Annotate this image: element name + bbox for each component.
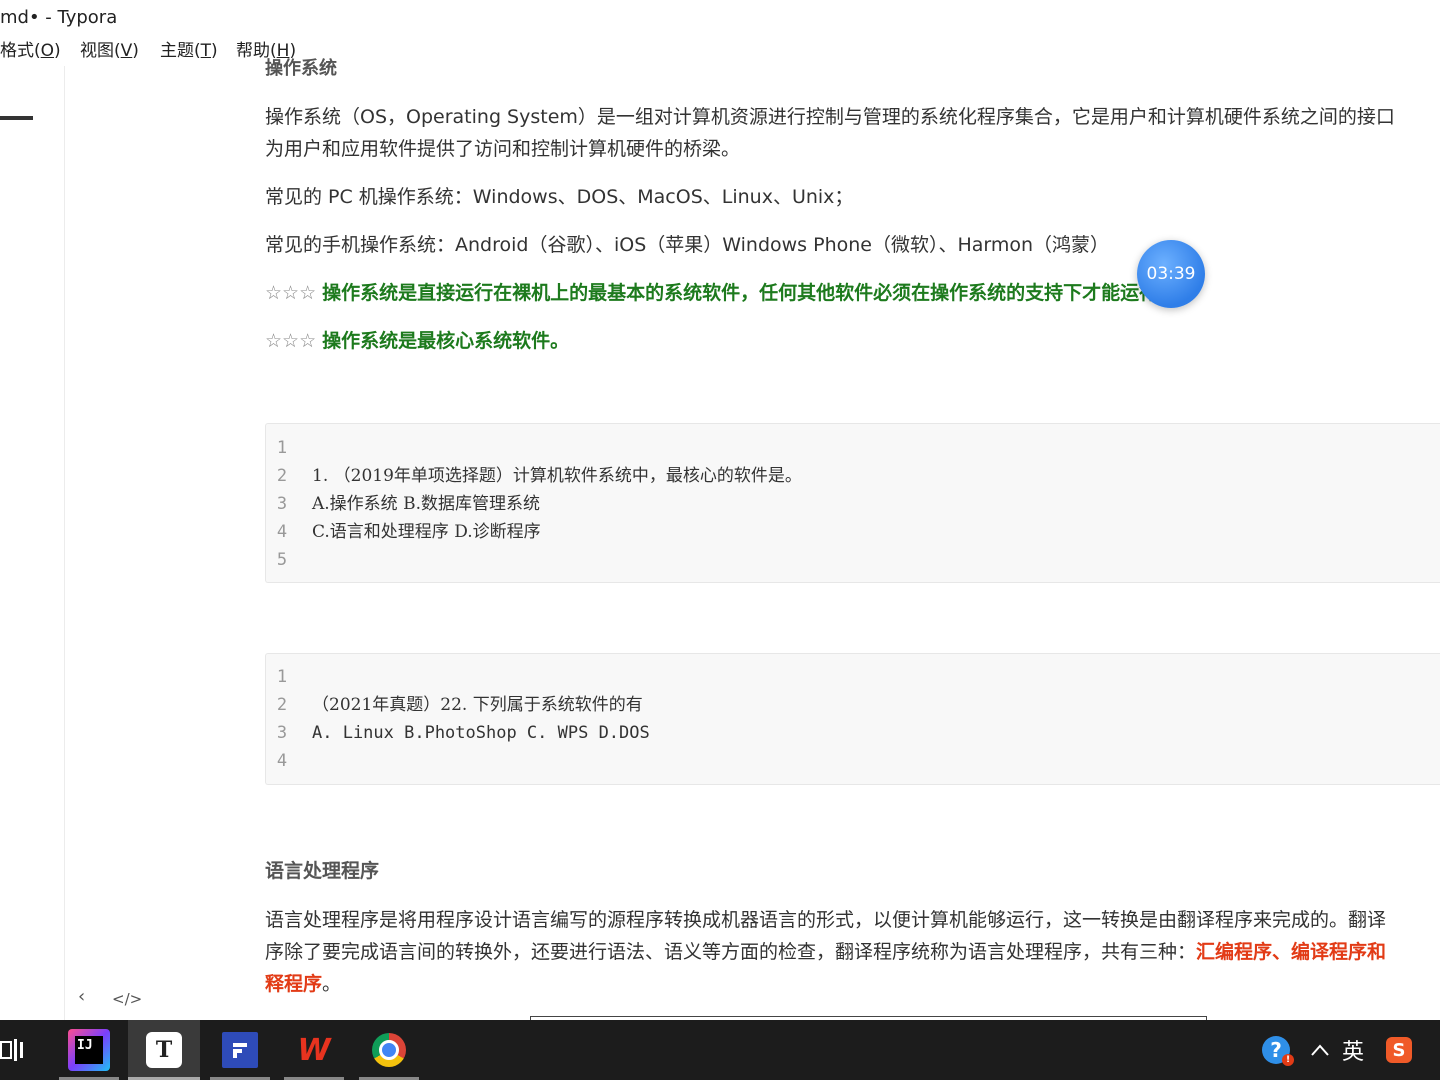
paragraph-language-processor-line1: 语言处理程序是将用程序设计语言编写的源程序转换成机器语言的形式，以便计算机能够运… (265, 909, 1387, 931)
paragraph-pc-os: 常见的 PC 机操作系统：Windows、DOS、MacOS、Linux、Uni… (265, 186, 854, 208)
paragraph-mobile-os: 常见的手机操作系统：Android（谷歌）、iOS（苹果）Windows Pho… (265, 234, 1110, 256)
source-code-mode-icon[interactable]: </> (112, 990, 142, 1008)
sidebar-active-marker (0, 116, 33, 120)
ime-language-indicator[interactable]: 英 (1342, 1020, 1364, 1080)
highlight-line-1: ☆☆☆ 操作系统是直接运行在裸机上的最基本的系统软件，任何其他软件必须在操作系统… (265, 277, 1177, 309)
menu-format[interactable]: 格式(O) (0, 36, 61, 66)
star-rating-icon: ☆☆☆ (265, 282, 317, 304)
code-block-2[interactable]: 1 2 （2021年真题）22. 下列属于系统软件的有 3 A. Linux B.P… (265, 653, 1440, 785)
menu-help[interactable]: 帮助(H) (236, 36, 296, 66)
highlight-text-2: 操作系统是最核心系统软件。 (322, 330, 570, 352)
task-view-icon[interactable] (0, 1036, 28, 1064)
taskbar-app-chrome[interactable] (359, 1020, 419, 1080)
windows-taskbar: IJ T W ?! 英 S (0, 1020, 1440, 1080)
highlight-line-2: ☆☆☆ 操作系统是最核心系统软件。 (265, 325, 569, 357)
highlight-text-1: 操作系统是直接运行在裸机上的最基本的系统软件，任何其他软件必须在操作系统的支持下… (322, 282, 1178, 304)
sidebar: ‹ </> (0, 66, 142, 1020)
star-rating-icon: ☆☆☆ (265, 330, 317, 352)
menu-theme[interactable]: 主题(T) (160, 36, 218, 66)
code-block-1[interactable]: 1 2 1. （2019年单项选择题）计算机软件系统中，最核心的软件是。 3 A.操… (265, 423, 1440, 583)
paragraph-os-definition-line1: 操作系统（OS，Operating System）是一组对计算机资源进行控制与管… (265, 106, 1395, 128)
sogou-ime-icon[interactable]: S (1386, 1020, 1412, 1080)
section-heading-language-processor: 语言处理程序 (265, 860, 380, 882)
intellij-icon: IJ (68, 1029, 110, 1071)
chrome-icon (372, 1033, 406, 1067)
back-icon[interactable]: ‹ (78, 986, 85, 1007)
typora-icon: T (146, 1032, 182, 1068)
paragraph-os-definition-line2: 为用户和应用软件提供了访问和控制计算机硬件的桥梁。 (265, 138, 741, 160)
flomo-icon (222, 1032, 258, 1068)
floating-timer-widget[interactable]: 03:39 (1137, 240, 1205, 308)
taskbar-app-typora[interactable]: T (128, 1020, 200, 1080)
paragraph-language-processor-line2: 序除了要完成语言间的转换外，还要进行语法、语义等方面的检查，翻译程序统称为语言处… (265, 941, 1387, 963)
chevron-up-icon[interactable] (1310, 1020, 1330, 1080)
taskbar-app-intellij[interactable]: IJ (59, 1020, 119, 1080)
taskbar-app-flomo[interactable] (210, 1020, 270, 1080)
wps-icon: W (297, 1032, 331, 1068)
help-tray-icon[interactable]: ?! (1262, 1020, 1294, 1080)
menu-bar: 格式(O) 视图(V) 主题(T) 帮助(H) (0, 36, 420, 66)
paragraph-language-processor-line3: 释程序。 (265, 973, 342, 995)
taskbar-app-wps[interactable]: W (284, 1020, 344, 1080)
menu-view[interactable]: 视图(V) (80, 36, 139, 66)
window-title: md• - Typora (0, 7, 118, 28)
